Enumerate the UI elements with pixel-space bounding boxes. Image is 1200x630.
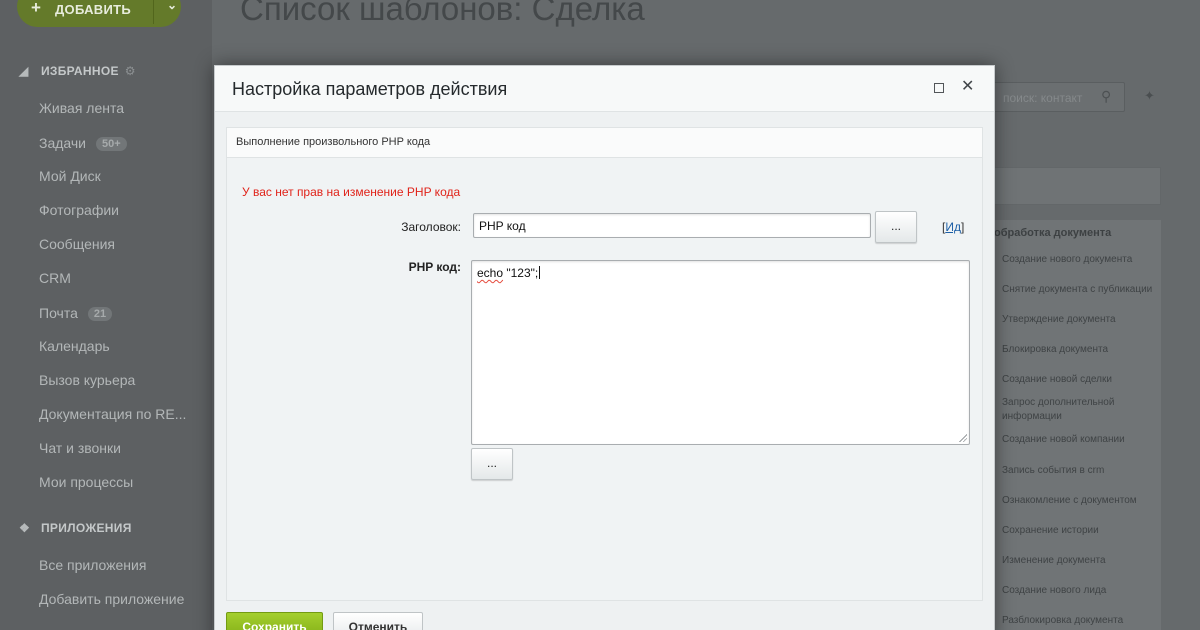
activity-item[interactable]: Утверждение документа bbox=[1002, 313, 1162, 327]
sidebar-item-live-feed[interactable]: Живая лента bbox=[39, 100, 124, 116]
chevron-down-icon[interactable]: ⌄ bbox=[167, 0, 177, 12]
sidebar-item-label: Вызов курьера bbox=[39, 372, 136, 388]
text-caret bbox=[539, 266, 541, 279]
activity-item[interactable]: Создание новой сделки bbox=[1002, 373, 1162, 387]
permission-error: У вас нет прав на изменение PHP кода bbox=[242, 185, 461, 199]
activity-item[interactable]: Создание нового документа bbox=[1002, 253, 1162, 267]
pin-icon[interactable]: ✦ bbox=[1144, 88, 1155, 104]
title-input[interactable] bbox=[473, 213, 871, 238]
sidebar-item-photos[interactable]: Фотографии bbox=[39, 202, 119, 218]
dialog-body: Выполнение произвольного PHP кода У вас … bbox=[226, 127, 983, 601]
search-icon[interactable]: ⚲ bbox=[1101, 88, 1111, 105]
activity-item[interactable]: Изменение документа bbox=[1002, 554, 1162, 568]
activity-item[interactable]: Сохранение истории bbox=[1002, 524, 1162, 538]
add-button-label: ДОБАВИТЬ bbox=[55, 2, 132, 17]
dialog-title: Настройка параметров действия bbox=[232, 79, 508, 99]
search-input[interactable]: поиск: контакт ⚲ bbox=[980, 82, 1125, 112]
sidebar-item-label: Задачи bbox=[39, 135, 87, 151]
sidebar-item-label: CRM bbox=[39, 270, 71, 286]
dialog-header[interactable]: Настройка параметров действия ✕ bbox=[215, 66, 994, 112]
sidebar-apps-header[interactable]: ❖ ПРИЛОЖЕНИЯ bbox=[19, 521, 132, 535]
apps-title: ПРИЛОЖЕНИЯ bbox=[41, 521, 132, 535]
count-badge: 21 bbox=[87, 307, 113, 321]
section-header: Выполнение произвольного PHP кода bbox=[227, 128, 982, 158]
search-placeholder: поиск: контакт bbox=[1003, 91, 1083, 105]
sidebar-item-label: Почта bbox=[39, 305, 78, 321]
maximize-icon[interactable] bbox=[934, 83, 944, 93]
sidebar-favorites-header[interactable]: ◢ ИЗБРАННОЕ ⚙ bbox=[19, 64, 136, 78]
sidebar-item-all-apps[interactable]: Все приложения bbox=[39, 557, 146, 573]
sidebar-item-label: Документация по RE... bbox=[39, 406, 187, 422]
activity-item[interactable]: Разблокировка документа bbox=[1002, 614, 1162, 628]
sidebar-item-label: Фотографии bbox=[39, 202, 120, 218]
cancel-button[interactable]: Отменить bbox=[333, 612, 423, 630]
sidebar-item-label: Все приложения bbox=[39, 557, 147, 573]
cubes-icon: ❖ bbox=[19, 521, 31, 535]
activity-item[interactable]: Запись события в crm bbox=[1002, 464, 1162, 478]
favorites-title: ИЗБРАННОЕ bbox=[41, 64, 119, 78]
sidebar-item-crm[interactable]: CRM bbox=[39, 270, 71, 286]
id-link-text[interactable]: Ид bbox=[945, 220, 961, 234]
page-title: Список шаблонов: Сделка bbox=[240, 0, 645, 27]
sidebar-item-docs[interactable]: Документация по RE... bbox=[39, 406, 186, 422]
plus-icon: + bbox=[31, 0, 41, 17]
sidebar-item-my-processes[interactable]: Мои процессы bbox=[39, 474, 133, 490]
php-code-label: PHP код: bbox=[408, 260, 461, 274]
sidebar-item-add-app[interactable]: Добавить приложение bbox=[39, 591, 184, 607]
code-keyword: echo bbox=[477, 266, 504, 280]
section-title: Выполнение произвольного PHP кода bbox=[236, 136, 431, 148]
code-text: "123"; bbox=[503, 266, 539, 280]
sidebar-item-tasks[interactable]: Задачи 50+ bbox=[39, 135, 127, 151]
sidebar-item-calendar[interactable]: Календарь bbox=[39, 338, 110, 354]
activities-panel bbox=[980, 220, 1161, 630]
resize-handle-icon[interactable] bbox=[958, 433, 967, 442]
add-button[interactable]: + ДОБАВИТЬ ⌄ bbox=[17, 0, 181, 27]
activity-item[interactable]: Запрос дополнительной информации bbox=[1002, 396, 1130, 424]
title-label: Заголовок: bbox=[401, 220, 461, 234]
sidebar-item-label: Живая лента bbox=[39, 100, 125, 116]
action-settings-dialog: Настройка параметров действия ✕ Выполнен… bbox=[214, 65, 995, 630]
activity-item[interactable]: Создание нового лида bbox=[1002, 584, 1162, 598]
save-button[interactable]: Сохранить bbox=[226, 612, 323, 630]
close-icon[interactable]: ✕ bbox=[961, 78, 974, 96]
activity-item[interactable]: Создание новой компании bbox=[1002, 433, 1162, 447]
toolbar-strip bbox=[980, 167, 1161, 205]
add-button-divider bbox=[153, 0, 154, 24]
sidebar-item-label: Мой Диск bbox=[39, 168, 101, 184]
activity-item[interactable]: Снятие документа с публикации bbox=[1002, 283, 1162, 297]
activities-panel-title: обработка документа bbox=[994, 227, 1112, 239]
sidebar-item-label: Календарь bbox=[39, 338, 110, 354]
gear-icon[interactable]: ⚙ bbox=[125, 64, 136, 78]
php-code-textarea[interactable]: echo "123"; bbox=[471, 260, 970, 445]
sidebar-item-label: Мои процессы bbox=[39, 474, 134, 490]
sidebar-item-messages[interactable]: Сообщения bbox=[39, 236, 115, 252]
sidebar-item-label: Добавить приложение bbox=[39, 591, 185, 607]
activity-item[interactable]: Ознакомление с документом bbox=[1002, 494, 1162, 508]
sidebar-item-label: Чат и звонки bbox=[39, 440, 121, 456]
code-insert-button[interactable]: ... bbox=[471, 448, 513, 480]
count-badge: 50+ bbox=[96, 137, 127, 151]
tag-icon: ◢ bbox=[19, 64, 29, 78]
activity-item[interactable]: Блокировка документа bbox=[1002, 343, 1162, 357]
title-insert-button[interactable]: ... bbox=[875, 211, 917, 243]
sidebar-item-label: Сообщения bbox=[39, 236, 115, 252]
id-link[interactable]: [Ид] bbox=[942, 220, 964, 234]
sidebar-item-courier[interactable]: Вызов курьера bbox=[39, 372, 135, 388]
sidebar-item-mail[interactable]: Почта 21 bbox=[39, 305, 113, 321]
sidebar-item-chat[interactable]: Чат и звонки bbox=[39, 440, 121, 456]
sidebar-item-my-drive[interactable]: Мой Диск bbox=[39, 168, 101, 184]
